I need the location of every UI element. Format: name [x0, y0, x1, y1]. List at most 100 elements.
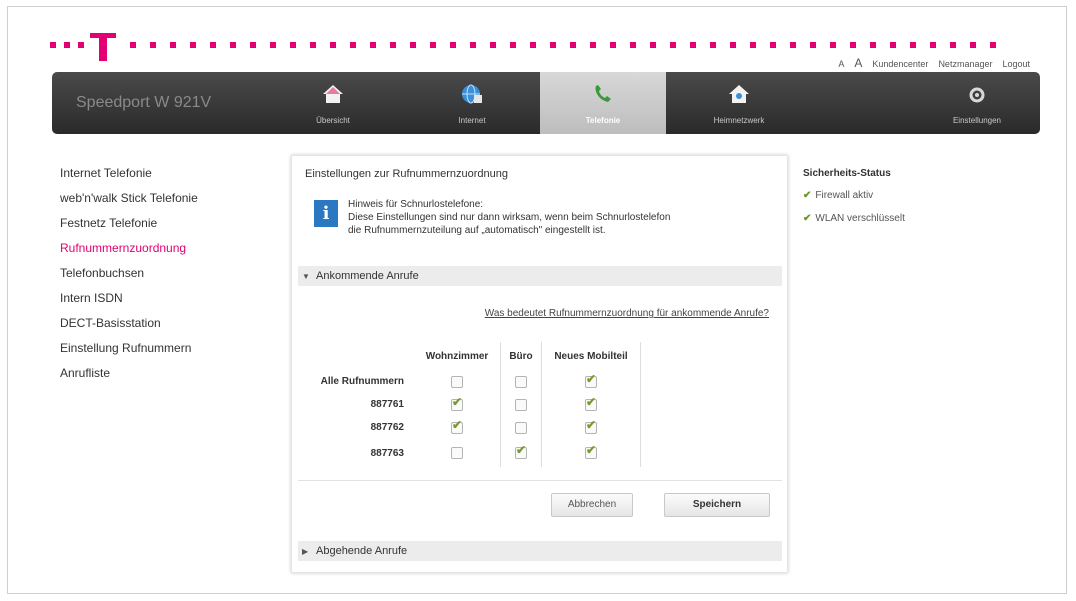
assignment-checkbox[interactable]	[451, 447, 463, 459]
brand-dot	[50, 42, 56, 48]
table-cell: ✔	[541, 416, 641, 439]
brand-dot	[390, 42, 396, 48]
row-label: Alle Rufnummern	[320, 376, 404, 387]
nav-telefonie[interactable]: Telefonie	[540, 72, 666, 134]
table-cell: ✔	[541, 370, 641, 393]
status-item-wlan: ✔ WLAN verschlüsselt	[803, 213, 1003, 224]
sidebar-item-intern-isdn[interactable]: Intern ISDN	[60, 291, 260, 316]
brand-dot	[590, 42, 596, 48]
table-cell: ✔	[414, 393, 501, 416]
brand-dot	[190, 42, 196, 48]
brand-dot	[330, 42, 336, 48]
nav-label: Internet	[458, 116, 486, 125]
brand-dot	[670, 42, 676, 48]
assignment-checkbox[interactable]	[515, 375, 527, 388]
checkmark-icon: ✔	[452, 417, 463, 432]
info-icon: i	[314, 200, 338, 227]
table-cell	[414, 370, 501, 393]
status-title: Sicherheits-Status	[803, 168, 891, 179]
table-corner	[306, 342, 414, 370]
gear-icon	[969, 87, 985, 103]
brand-dot	[710, 42, 716, 48]
table-row: 887761 ✔ ✔	[306, 393, 641, 416]
brand-dot	[970, 42, 976, 48]
brand-dot	[150, 42, 156, 48]
help-link[interactable]: Was bedeutet Rufnummernzuordnung für ank…	[485, 308, 769, 319]
checkmark-icon: ✔	[803, 190, 812, 201]
assignment-checkbox[interactable]: ✔	[451, 418, 463, 434]
brand-dot	[530, 42, 536, 48]
table-row: 887763 ✔ ✔	[306, 439, 641, 467]
brand-dot	[510, 42, 516, 48]
sidebar-item-web-n-walk-stick[interactable]: web'n'walk Stick Telefonie	[60, 191, 260, 216]
brand-dot	[990, 42, 996, 48]
product-name: Speedport W 921V	[76, 94, 212, 111]
brand-dot	[550, 42, 556, 48]
checkmark-icon: ✔	[803, 213, 812, 224]
brand-dot	[950, 42, 956, 48]
save-button[interactable]: Speichern	[664, 493, 770, 517]
brand-row	[50, 28, 1040, 61]
logout-link[interactable]: Logout	[1002, 59, 1030, 69]
divider	[298, 480, 782, 481]
checkmark-icon: ✔	[586, 417, 597, 432]
nav-internet[interactable]: Internet	[409, 72, 535, 134]
brand-dot	[810, 42, 816, 48]
sidebar-item-anrufliste[interactable]: Anrufliste	[60, 366, 260, 391]
brand-dot	[450, 42, 456, 48]
sidebar-item-internet-telefonie[interactable]: Internet Telefonie	[60, 166, 260, 191]
netzmanager-link[interactable]: Netzmanager	[938, 59, 992, 69]
sidebar-item-rufnummernzuordnung[interactable]: Rufnummernzuordnung	[60, 241, 260, 266]
hint-line: Hinweis für Schnurlostelefone:	[348, 199, 484, 210]
utility-links: A A Kundencenter Netzmanager Logout	[838, 56, 1030, 70]
brand-dot	[910, 42, 916, 48]
brand-dot	[410, 42, 416, 48]
assignment-checkbox[interactable]	[515, 421, 527, 434]
hint-box: i Hinweis für Schnurlostelefone: Diese E…	[314, 198, 774, 248]
checkmark-icon: ✔	[586, 371, 597, 386]
brand-dot	[230, 42, 236, 48]
table-row: 887762 ✔ ✔	[306, 416, 641, 439]
cancel-button[interactable]: Abbrechen	[551, 493, 633, 517]
status-label: Firewall aktiv	[815, 190, 874, 201]
table-cell: ✔	[541, 393, 641, 416]
brand-dot	[130, 42, 136, 48]
sidebar-item-einstellung-rufnummern[interactable]: Einstellung Rufnummern	[60, 341, 260, 366]
sidebar-item-festnetz-telefonie[interactable]: Festnetz Telefonie	[60, 216, 260, 241]
assignment-checkbox[interactable]	[515, 398, 527, 411]
assignment-checkbox[interactable]: ✔	[451, 395, 463, 411]
brand-dot	[770, 42, 776, 48]
assignment-checkbox[interactable]: ✔	[585, 443, 597, 459]
assignment-checkbox[interactable]: ✔	[585, 395, 597, 411]
status-item-firewall: ✔ Firewall aktiv	[803, 190, 1003, 201]
table-cell: ✔	[541, 439, 641, 467]
brand-dot	[630, 42, 636, 48]
assignment-checkbox[interactable]: ✔	[585, 372, 597, 388]
sidebar-item-dect-basisstation[interactable]: DECT-Basisstation	[60, 316, 260, 341]
brand-dot	[350, 42, 356, 48]
sidebar-item-telefonbuchsen[interactable]: Telefonbuchsen	[60, 266, 260, 291]
row-label: 887763	[370, 447, 404, 459]
main-panel: Einstellungen zur Rufnummernzuordnung i …	[291, 155, 788, 573]
nav-label: Telefonie	[585, 116, 621, 125]
kundencenter-link[interactable]: Kundencenter	[872, 59, 928, 69]
brand-dot	[470, 42, 476, 48]
hint-line: die Rufnummernzuteilung auf „automatisch…	[348, 225, 606, 236]
home-network-icon	[729, 85, 749, 103]
main-navbar: Speedport W 921V Übersicht Internet Tele…	[52, 72, 1040, 134]
font-size-large-link[interactable]: A	[854, 56, 862, 70]
assignment-checkbox[interactable]	[451, 375, 463, 388]
font-size-small-link[interactable]: A	[838, 59, 844, 69]
nav-einstellungen[interactable]: Einstellungen	[914, 72, 1040, 134]
brand-dot	[690, 42, 696, 48]
nav-uebersicht[interactable]: Übersicht	[270, 72, 396, 134]
phone-icon	[595, 85, 611, 102]
assignment-checkbox[interactable]: ✔	[585, 418, 597, 434]
assignment-checkbox[interactable]: ✔	[515, 443, 527, 459]
brand-dot	[270, 42, 276, 48]
sidebar-menu: Internet Telefonie web'n'walk Stick Tele…	[60, 166, 260, 391]
nav-heimnetzwerk[interactable]: Heimnetzwerk	[676, 72, 802, 134]
incoming-calls-section-header[interactable]: ▼ Ankommende Anrufe	[298, 266, 782, 286]
outgoing-calls-section-header[interactable]: ▶ Abgehende Anrufe	[298, 541, 782, 561]
nav-label: Übersicht	[316, 116, 350, 125]
